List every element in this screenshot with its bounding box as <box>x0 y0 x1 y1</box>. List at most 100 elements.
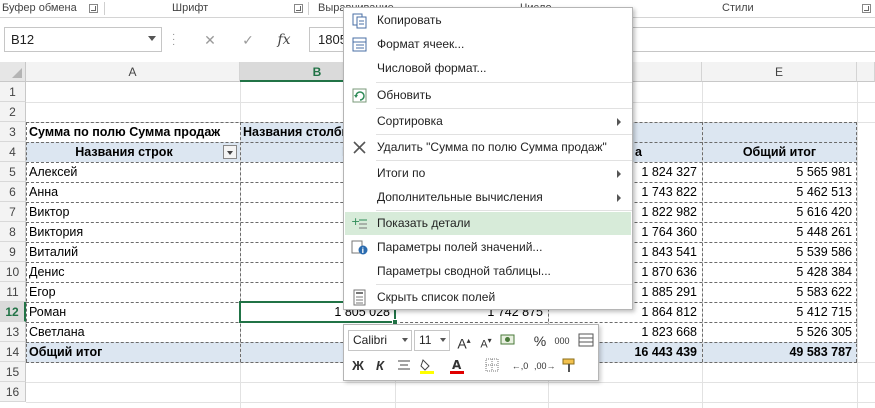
menu-separator <box>376 134 632 135</box>
chevron-down-icon <box>440 338 446 342</box>
clipboard-launcher-icon[interactable] <box>89 4 98 13</box>
percent-style-icon[interactable]: % <box>530 331 550 351</box>
table-cell[interactable]: 5 539 586 <box>702 242 857 262</box>
bold-button[interactable]: Ж <box>348 356 368 376</box>
row-label[interactable]: Виктор <box>26 202 240 222</box>
menu-item-summarize-by[interactable]: Итоги по <box>345 162 631 185</box>
submenu-arrow-icon <box>617 170 621 178</box>
column-header-e[interactable]: E <box>702 62 857 82</box>
increase-font-icon[interactable]: A▴ <box>454 331 474 352</box>
menu-item-label: Скрыть список полей <box>377 290 496 304</box>
gridline <box>26 402 875 403</box>
format-cells-icon <box>352 37 367 52</box>
column-header-a[interactable]: A <box>26 62 240 82</box>
row-label[interactable]: Виктория <box>26 222 240 242</box>
format-table-icon[interactable] <box>576 331 596 351</box>
row-label[interactable]: Светлана <box>26 322 240 342</box>
menu-item-copy[interactable]: Копировать <box>345 9 631 32</box>
menu-item-hide-field-list[interactable]: Скрыть список полей <box>345 286 631 309</box>
table-cell[interactable]: 5 428 384 <box>702 262 857 282</box>
formula-bar-grip-icon[interactable]: · · · <box>172 30 176 50</box>
menu-item-value-field-settings[interactable]: i Параметры полей значений... <box>345 236 631 259</box>
insert-function-icon[interactable]: fx <box>274 31 294 49</box>
table-cell[interactable]: 5 583 622 <box>702 282 857 302</box>
filter-dropdown-icon[interactable] <box>223 145 237 159</box>
row-header[interactable]: 5 <box>0 162 26 182</box>
row-header[interactable]: 14 <box>0 342 26 362</box>
row-header[interactable]: 16 <box>0 382 26 402</box>
italic-button[interactable]: К <box>370 356 390 376</box>
mini-format-toolbar: Calibri 11 A▴ A▾ % 000 Ж К A ←,0 ,00→ <box>343 324 599 381</box>
row-label[interactable]: Роман <box>26 302 240 322</box>
row-header[interactable]: 8 <box>0 222 26 242</box>
cancel-formula-icon[interactable]: ✕ <box>200 31 220 49</box>
thousands-separator-icon[interactable]: 000 <box>552 331 572 351</box>
row-label[interactable]: Денис <box>26 262 240 282</box>
gridline <box>26 382 875 383</box>
menu-item-number-format[interactable]: Числовой формат... <box>345 57 631 80</box>
menu-item-delete-field[interactable]: Удалить "Сумма по полю Сумма продаж" <box>345 136 631 159</box>
pivot-grand-total-header[interactable]: Общий итог <box>702 142 857 162</box>
row-header[interactable]: 7 <box>0 202 26 222</box>
show-details-icon: + <box>351 215 367 229</box>
select-all-corner[interactable] <box>0 62 26 82</box>
menu-item-refresh[interactable]: Обновить <box>345 84 631 107</box>
fill-color-icon[interactable] <box>418 356 438 376</box>
menu-item-label: Итоги по <box>377 166 426 180</box>
font-size-value: 11 <box>419 333 432 347</box>
font-name-value: Calibri <box>353 333 388 347</box>
menu-item-show-values-as[interactable]: Дополнительные вычисления <box>345 186 631 209</box>
pivot-row-labels-header[interactable]: Названия строк <box>26 142 222 162</box>
row-header[interactable]: 3 <box>0 122 26 142</box>
menu-item-format-cells[interactable]: Формат ячеек... <box>345 33 631 56</box>
table-cell[interactable]: 5 565 981 <box>702 162 857 182</box>
menu-item-pivot-options[interactable]: Параметры сводной таблицы... <box>345 260 631 283</box>
chevron-down-icon[interactable] <box>148 36 156 41</box>
format-painter-icon[interactable] <box>560 356 580 376</box>
table-cell[interactable]: 5 616 420 <box>702 202 857 222</box>
column-header-f[interactable] <box>857 62 875 82</box>
table-cell[interactable]: 5 462 513 <box>702 182 857 202</box>
ribbon-group-clipboard: Буфер обмена <box>2 2 77 14</box>
row-header[interactable]: 2 <box>0 102 26 122</box>
increase-decimal-icon[interactable]: ←,0 <box>510 356 530 376</box>
align-center-icon[interactable] <box>394 356 414 376</box>
font-name-select[interactable]: Calibri <box>348 330 412 351</box>
name-box-value: B12 <box>11 32 35 47</box>
row-header[interactable]: 9 <box>0 242 26 262</box>
pivot-column-header[interactable]: а <box>632 142 692 162</box>
pivot-value-field-label[interactable]: Сумма по полю Сумма продаж <box>26 122 240 142</box>
row-header[interactable]: 4 <box>0 142 26 162</box>
styles-launcher-icon[interactable] <box>862 4 871 13</box>
row-header-selected[interactable]: 12 <box>0 302 26 322</box>
menu-item-show-details[interactable]: + Показать детали <box>345 212 631 235</box>
menu-item-label: Удалить "Сумма по полю Сумма продаж" <box>377 140 607 154</box>
row-header[interactable]: 13 <box>0 322 26 342</box>
font-color-icon[interactable]: A <box>448 356 468 376</box>
grand-total-label[interactable]: Общий итог <box>26 342 240 362</box>
row-header[interactable]: 15 <box>0 362 26 382</box>
menu-item-sort[interactable]: Сортировка <box>345 110 631 133</box>
menu-item-label: Копировать <box>377 13 442 27</box>
row-header[interactable]: 11 <box>0 282 26 302</box>
font-launcher-icon[interactable] <box>294 4 303 13</box>
confirm-formula-icon[interactable]: ✓ <box>238 31 258 49</box>
borders-icon[interactable] <box>482 356 502 376</box>
table-cell[interactable]: 5 448 261 <box>702 222 857 242</box>
row-label[interactable]: Виталий <box>26 242 240 262</box>
chevron-down-icon <box>402 338 408 342</box>
decrease-font-icon[interactable]: A▾ <box>476 331 496 351</box>
table-cell[interactable]: 5 412 715 <box>702 302 857 322</box>
name-box[interactable]: B12 <box>4 27 162 52</box>
grand-total-cell[interactable]: 49 583 787 <box>702 342 857 362</box>
table-cell[interactable]: 5 526 305 <box>702 322 857 342</box>
number-format-icon[interactable] <box>498 331 518 351</box>
decrease-decimal-icon[interactable]: ,00→ <box>534 356 556 376</box>
row-header[interactable]: 10 <box>0 262 26 282</box>
font-size-select[interactable]: 11 <box>414 330 450 351</box>
row-header[interactable]: 1 <box>0 82 26 102</box>
row-label[interactable]: Алексей <box>26 162 240 182</box>
row-label[interactable]: Егор <box>26 282 240 302</box>
row-header[interactable]: 6 <box>0 182 26 202</box>
row-label[interactable]: Анна <box>26 182 240 202</box>
